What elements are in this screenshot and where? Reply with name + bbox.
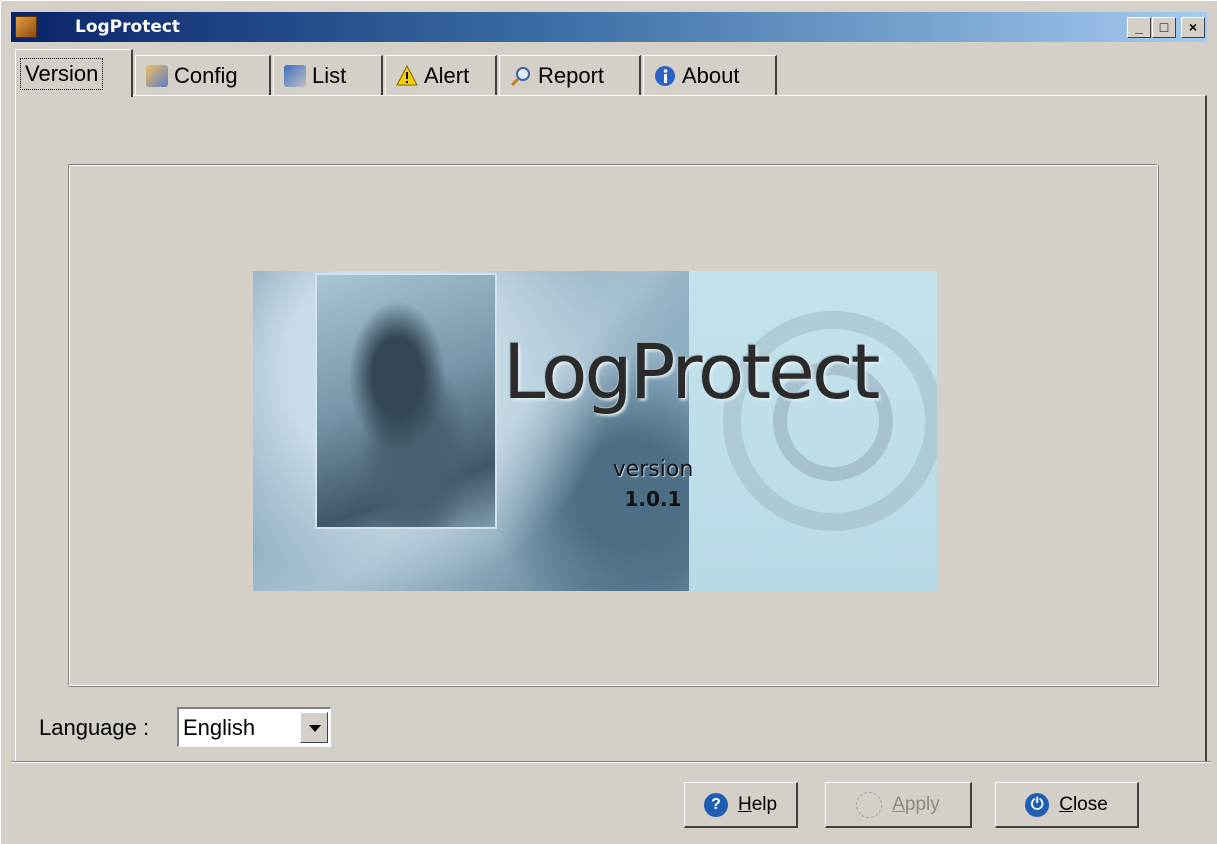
app-icon	[15, 16, 37, 38]
splash-photo	[315, 273, 497, 529]
magnifier-icon	[510, 65, 532, 87]
tab-list[interactable]: List	[273, 55, 383, 95]
language-label: Language :	[39, 715, 150, 740]
logprotect-window: LogProtect _ □ × Version Config List Ale…	[0, 0, 1217, 844]
splash-image: LogProtect version 1.0.1	[253, 271, 937, 591]
list-icon	[284, 64, 306, 87]
splash-version-number: 1.0.1	[624, 487, 682, 511]
apply-button-label: Apply	[892, 793, 940, 815]
help-button-label: Help	[737, 793, 778, 815]
apply-button[interactable]: Apply	[825, 782, 972, 828]
tab-report-label: Report	[538, 62, 605, 88]
tab-list-label: List	[312, 62, 347, 88]
tab-about-label: About	[682, 62, 740, 88]
tab-about[interactable]: About	[643, 55, 777, 95]
tab-config-label: Config	[174, 62, 238, 88]
tab-version-label: Version	[20, 57, 104, 90]
close-button-label: Close	[1059, 793, 1108, 815]
minimize-button[interactable]: _	[1127, 17, 1151, 38]
apply-icon	[856, 791, 883, 818]
info-icon	[654, 65, 676, 87]
warning-icon	[396, 64, 418, 87]
splash-version-label: version	[612, 457, 694, 482]
tab-config[interactable]: Config	[135, 55, 271, 95]
window-title: LogProtect	[75, 17, 181, 37]
tab-alert[interactable]: Alert	[385, 55, 497, 95]
bottom-separator	[11, 761, 1211, 763]
config-icon	[146, 64, 168, 87]
help-icon: ?	[703, 792, 728, 817]
close-button[interactable]: ⏻ Close	[995, 782, 1139, 828]
dropdown-arrow-icon[interactable]	[300, 712, 328, 743]
power-icon: ⏻	[1025, 792, 1050, 817]
close-window-button[interactable]: ×	[1181, 17, 1205, 38]
maximize-button[interactable]: □	[1152, 17, 1176, 38]
help-button[interactable]: ? Help	[684, 782, 798, 828]
language-select[interactable]: English	[177, 707, 331, 747]
tab-report[interactable]: Report	[499, 55, 641, 95]
tab-alert-label: Alert	[424, 62, 470, 88]
splash-title: LogProtect	[503, 327, 880, 416]
title-bar[interactable]: LogProtect _ □ ×	[11, 12, 1207, 42]
language-value: English	[183, 715, 256, 740]
tab-version[interactable]: Version	[15, 49, 133, 97]
